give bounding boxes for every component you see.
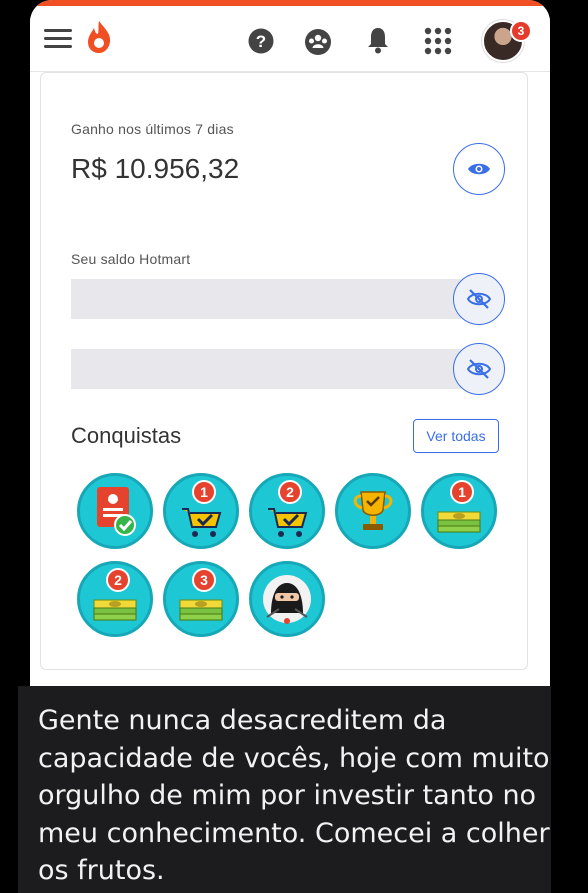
achievement-badge-trophy[interactable] xyxy=(335,473,411,549)
badge-number: 1 xyxy=(192,480,216,504)
achievement-badge-money-3[interactable]: 3 xyxy=(163,561,239,637)
hidden-balance-bar-secondary xyxy=(71,349,461,389)
caption-box: Gente nunca desacreditem da capacidade d… xyxy=(18,686,551,893)
badge-number: 1 xyxy=(450,480,474,504)
hidden-balance-bar xyxy=(71,279,461,319)
eye-off-icon xyxy=(466,289,492,309)
apps-grid-icon[interactable] xyxy=(424,27,452,55)
badge-number: 2 xyxy=(106,568,130,592)
notification-badge: 3 xyxy=(510,20,532,42)
achievement-badge-ninja[interactable] xyxy=(249,561,325,637)
balance-label: Seu saldo Hotmart xyxy=(71,251,191,267)
hotmart-flame-icon[interactable] xyxy=(86,20,112,54)
money-badge-icon xyxy=(93,599,137,621)
top-bar: ? 3 xyxy=(30,6,550,72)
show-value-button[interactable] xyxy=(453,143,505,195)
eye-icon xyxy=(468,163,490,175)
dashboard-card: Ganho nos últimos 7 dias R$ 10.956,32 Se… xyxy=(40,72,528,670)
cart-badge-icon xyxy=(268,508,308,537)
earnings-label: Ganho nos últimos 7 dias xyxy=(71,121,234,137)
eye-off-icon xyxy=(466,359,492,379)
achievement-badge-money-2[interactable]: 2 xyxy=(77,561,153,637)
see-all-achievements-button[interactable]: Ver todas xyxy=(413,419,499,453)
app-screen: ? 3 Ganho nos últimos 7 dias R$ 10.956,3… xyxy=(30,0,550,690)
caption-text: Gente nunca desacreditem da capacidade d… xyxy=(38,705,550,886)
achievement-badge-cart-1[interactable]: 1 xyxy=(163,473,239,549)
bell-icon[interactable] xyxy=(365,26,391,54)
help-icon[interactable]: ? xyxy=(248,28,274,54)
community-icon[interactable] xyxy=(304,28,332,56)
badge-number: 2 xyxy=(278,480,302,504)
trophy-badge-icon xyxy=(353,491,393,530)
badge-number: 3 xyxy=(192,568,216,592)
cart-badge-icon xyxy=(182,508,222,537)
profile-check-badge-icon xyxy=(97,487,136,536)
toggle-balance-visibility-button[interactable] xyxy=(453,273,505,325)
achievements-title: Conquistas xyxy=(71,423,182,448)
menu-icon[interactable] xyxy=(44,25,72,51)
money-badge-icon xyxy=(179,599,223,621)
svg-text:?: ? xyxy=(256,32,266,51)
achievement-badge-profile[interactable] xyxy=(77,473,153,549)
earnings-value: R$ 10.956,32 xyxy=(71,153,240,184)
achievement-badge-cart-2[interactable]: 2 xyxy=(249,473,325,549)
achievement-badge-money-1[interactable]: 1 xyxy=(421,473,497,549)
money-badge-icon xyxy=(437,511,481,533)
toggle-secondary-visibility-button[interactable] xyxy=(453,343,505,395)
ninja-badge-icon xyxy=(263,575,311,624)
